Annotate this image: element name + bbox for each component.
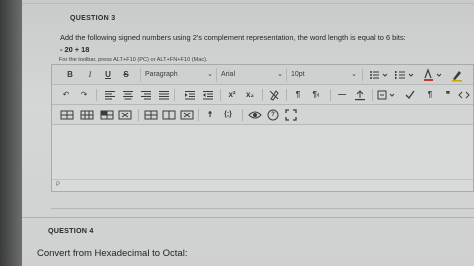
subscript-button[interactable]: x₂ bbox=[244, 88, 256, 102]
table-delete-icon[interactable] bbox=[180, 108, 194, 122]
toolbar-hint: For the toolbar, press ALT+F10 (PC) or A… bbox=[59, 57, 208, 63]
show-blocks-button[interactable]: ¶ bbox=[424, 88, 436, 102]
toolbar-separator bbox=[372, 89, 373, 101]
editor-content-area[interactable] bbox=[52, 125, 473, 181]
align-justify-icon[interactable] bbox=[158, 88, 170, 102]
code-sample-icon[interactable] bbox=[458, 88, 470, 102]
blockquote-button[interactable]: ❞ bbox=[442, 88, 454, 102]
insert-anchor-icon[interactable] bbox=[354, 88, 366, 102]
question-4-prompt: Convert from Hexadecimal to Octal: bbox=[37, 248, 188, 259]
math-code-button[interactable]: {;} bbox=[222, 108, 234, 122]
toolbar-separator bbox=[96, 89, 97, 101]
table-insert-before-icon[interactable] bbox=[144, 108, 158, 122]
font-family-select[interactable]: Arial ⌄ bbox=[216, 68, 286, 82]
question-3-title: QUESTION 3 bbox=[70, 15, 116, 22]
table-column-icon[interactable] bbox=[100, 108, 114, 122]
table-cell-icon[interactable] bbox=[118, 108, 132, 122]
chevron-down-icon: ⌄ bbox=[207, 71, 213, 78]
paragraph-format-value: Paragraph bbox=[145, 71, 178, 78]
monitor-bezel-shadow bbox=[0, 0, 22, 266]
toolbar-separator bbox=[198, 109, 199, 121]
font-size-select[interactable]: 10pt ⌄ bbox=[286, 68, 360, 82]
answer-divider bbox=[51, 208, 474, 209]
italic-button[interactable]: I bbox=[84, 68, 96, 82]
top-divider bbox=[22, 3, 474, 4]
toolbar-row-1: B I U S Paragraph ⌄ Arial ⌄ 10pt ⌄ bbox=[52, 65, 473, 85]
superscript-button[interactable]: x² bbox=[226, 88, 238, 102]
align-right-icon[interactable] bbox=[140, 88, 152, 102]
table-row-icon[interactable] bbox=[80, 108, 94, 122]
toolbar-separator bbox=[330, 89, 331, 101]
align-left-icon[interactable] bbox=[104, 88, 116, 102]
table-insert-after-icon[interactable] bbox=[162, 108, 176, 122]
chevron-down-icon: ⌄ bbox=[351, 71, 357, 78]
font-size-value: 10pt bbox=[291, 71, 305, 78]
clear-formatting-icon[interactable] bbox=[268, 88, 280, 102]
bullet-list-icon[interactable] bbox=[368, 68, 390, 82]
toolbar-row-3: ☨ {;} ? bbox=[52, 105, 473, 125]
strikethrough-button[interactable]: S bbox=[120, 68, 132, 82]
help-icon[interactable]: ? bbox=[266, 108, 280, 122]
insert-table-icon[interactable] bbox=[60, 108, 74, 122]
toolbar-separator bbox=[362, 69, 363, 81]
underline-button[interactable]: U bbox=[102, 68, 114, 82]
toolbar-separator bbox=[242, 109, 243, 121]
text-color-icon[interactable] bbox=[422, 68, 446, 82]
preview-eye-icon[interactable] bbox=[248, 108, 262, 122]
toolbar-separator bbox=[138, 109, 139, 121]
fullscreen-icon[interactable] bbox=[284, 108, 298, 122]
editor-status-bar: P bbox=[52, 179, 473, 192]
toolbar-separator bbox=[220, 89, 221, 101]
spellcheck-icon[interactable] bbox=[404, 88, 416, 102]
toolbar-separator bbox=[286, 89, 287, 101]
indent-icon[interactable] bbox=[184, 88, 196, 102]
highlight-icon[interactable] bbox=[450, 68, 464, 82]
bold-button[interactable]: B bbox=[64, 68, 76, 82]
element-path: P bbox=[56, 182, 61, 188]
horizontal-line-button[interactable]: — bbox=[336, 88, 348, 102]
font-family-value: Arial bbox=[221, 71, 236, 78]
ltr-paragraph-button[interactable]: ¶ bbox=[292, 88, 304, 102]
toolbar-separator bbox=[262, 89, 263, 101]
rich-text-editor: B I U S Paragraph ⌄ Arial ⌄ 10pt ⌄ ↶ ↷ x… bbox=[51, 64, 474, 192]
question-divider bbox=[22, 217, 474, 218]
redo-icon[interactable]: ↷ bbox=[78, 88, 90, 102]
question-3-prompt: Add the following signed numbers using 2… bbox=[60, 33, 406, 42]
chevron-down-icon: ⌄ bbox=[277, 71, 283, 78]
toolbar-separator bbox=[174, 89, 175, 101]
numbered-list-icon[interactable] bbox=[394, 68, 416, 82]
undo-icon[interactable]: ↶ bbox=[60, 88, 72, 102]
outdent-icon[interactable] bbox=[202, 88, 214, 102]
align-center-icon[interactable] bbox=[122, 88, 134, 102]
accessibility-person-button[interactable]: ☨ bbox=[204, 108, 216, 122]
special-char-icon[interactable] bbox=[376, 88, 398, 102]
help-icon-glyph: ? bbox=[271, 112, 275, 118]
rtl-paragraph-button[interactable]: ¶‹ bbox=[310, 88, 322, 102]
toolbar-row-2: ↶ ↷ x² x₂ ¶ ¶‹ — ¶ ❞ bbox=[52, 85, 473, 105]
question-4-title: QUESTION 4 bbox=[48, 226, 94, 235]
paragraph-format-select[interactable]: Paragraph ⌄ bbox=[140, 68, 216, 82]
question-3-expression: - 20 + 18 bbox=[60, 45, 90, 54]
